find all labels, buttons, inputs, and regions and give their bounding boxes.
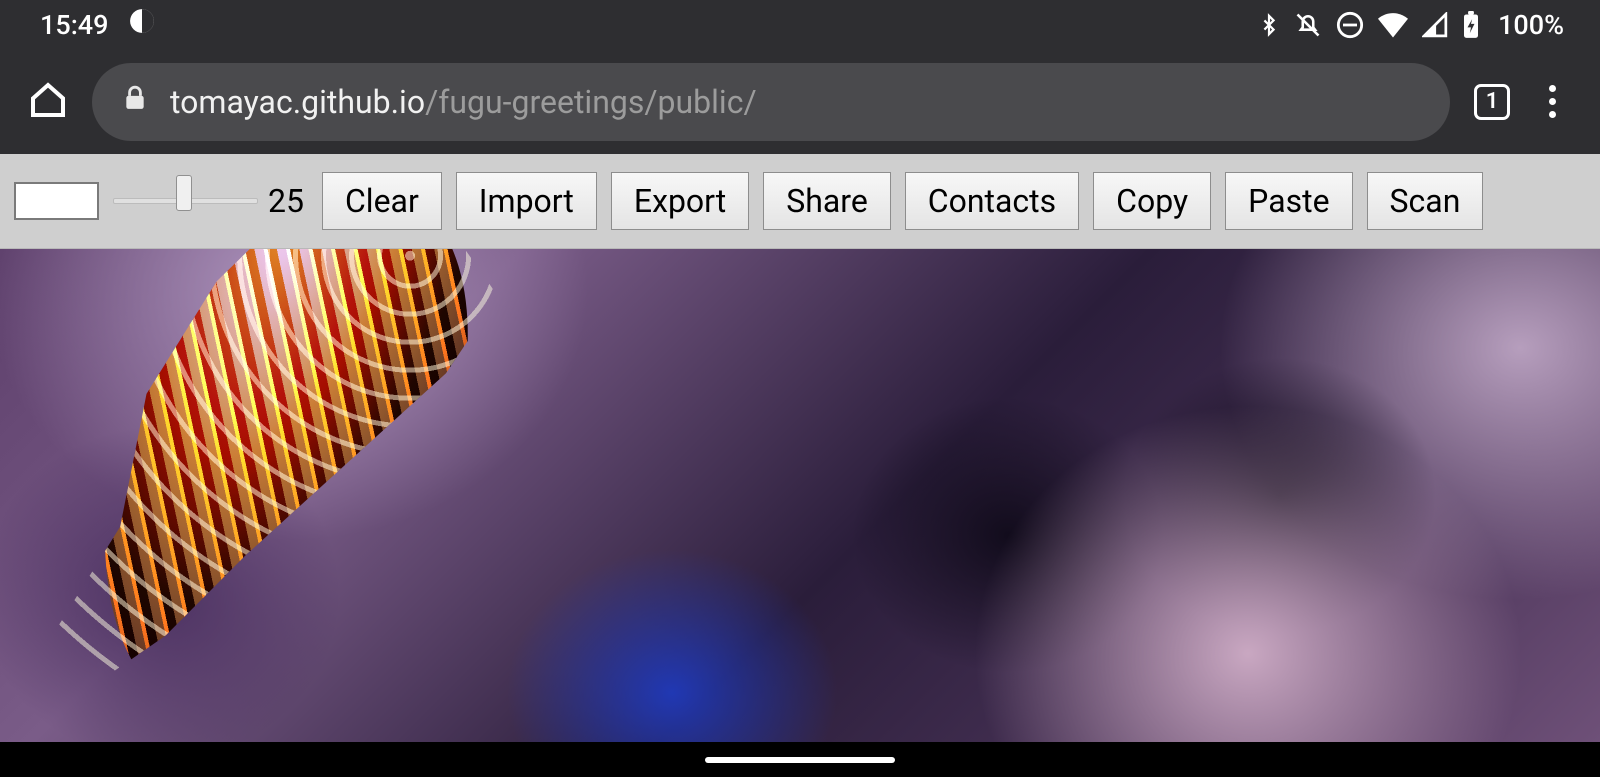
browser-toolbar: tomayac.github.io/fugu-greetings/public/…	[0, 49, 1600, 154]
drawing-canvas[interactable]	[0, 249, 1600, 742]
battery-icon	[1462, 11, 1480, 39]
tab-switcher-button[interactable]: 1	[1474, 84, 1510, 120]
url-text: tomayac.github.io/fugu-greetings/public/	[170, 83, 757, 121]
cell-signal-icon	[1422, 12, 1448, 38]
browser-menu-button[interactable]	[1534, 85, 1570, 118]
contacts-button[interactable]: Contacts	[905, 172, 1079, 230]
import-button[interactable]: Import	[456, 172, 597, 230]
wifi-icon	[1378, 12, 1408, 38]
android-status-bar: 15:49 100%	[0, 0, 1600, 49]
do-not-disturb-icon	[1336, 11, 1364, 39]
tab-count: 1	[1486, 89, 1499, 114]
address-bar[interactable]: tomayac.github.io/fugu-greetings/public/	[92, 63, 1450, 141]
scan-button[interactable]: Scan	[1367, 172, 1484, 230]
dnd-mute-icon	[1294, 11, 1322, 39]
data-saver-icon	[129, 8, 155, 41]
copy-button[interactable]: Copy	[1093, 172, 1211, 230]
lock-icon	[122, 83, 148, 121]
export-button[interactable]: Export	[611, 172, 749, 230]
brush-size-value: 25	[268, 182, 304, 220]
url-path: /fugu-greetings/public/	[425, 83, 757, 121]
brush-size-slider[interactable]	[113, 198, 258, 204]
battery-percent: 100%	[1498, 9, 1564, 41]
app-toolbar: 25 Clear Import Export Share Contacts Co…	[0, 154, 1600, 249]
clear-button[interactable]: Clear	[322, 172, 442, 230]
bluetooth-icon	[1258, 11, 1280, 39]
canvas-image-content	[41, 249, 518, 742]
android-navigation-bar	[0, 742, 1600, 777]
paste-button[interactable]: Paste	[1225, 172, 1352, 230]
url-host: tomayac.github.io	[170, 83, 425, 121]
gesture-handle[interactable]	[705, 757, 895, 763]
home-icon[interactable]	[28, 80, 68, 124]
color-picker[interactable]	[14, 182, 99, 220]
status-clock: 15:49	[40, 9, 109, 41]
share-button[interactable]: Share	[763, 172, 891, 230]
